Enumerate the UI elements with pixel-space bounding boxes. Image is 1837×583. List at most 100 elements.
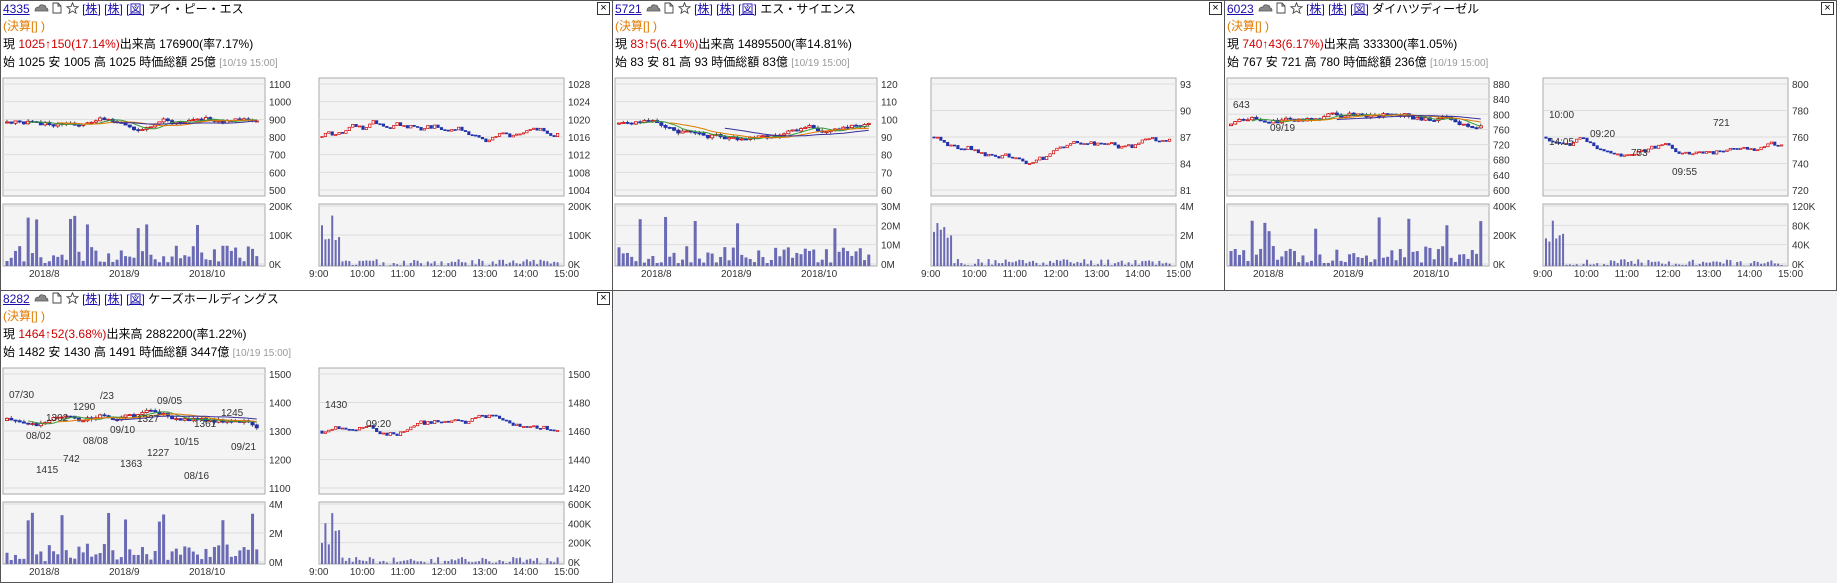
- daily-volume-bar: [1449, 257, 1453, 266]
- intraday-volume-bar: [936, 223, 939, 266]
- stock-link-1[interactable]: [株]: [82, 2, 101, 16]
- chart-area: 1100 1000 900 800 700 600 500 200K 100K 0K 1028 102…: [2, 77, 592, 280]
- intraday-volume-bar: [392, 557, 395, 564]
- intraday-candle: [538, 127, 543, 131]
- daily-volume-bar: [90, 247, 94, 266]
- cloud-icon[interactable]: [645, 3, 661, 18]
- daily-volume-bar: [124, 256, 128, 266]
- daily-candle: [727, 137, 732, 140]
- star-icon[interactable]: [677, 1, 691, 18]
- daily-volume-bar: [727, 260, 731, 266]
- chart-link[interactable]: [図]: [126, 292, 145, 306]
- intraday-candle: [973, 149, 977, 152]
- stock-link-2[interactable]: [株]: [104, 292, 123, 306]
- chart-link[interactable]: [図]: [738, 2, 757, 16]
- intraday-volume-bar: [542, 260, 545, 266]
- daily-volume-bar: [1284, 250, 1288, 266]
- intraday-candle: [1154, 137, 1158, 142]
- intraday-volume-bar: [539, 563, 542, 564]
- company-name: ダイハツディーゼル: [1372, 2, 1480, 17]
- intraday-candle: [1599, 148, 1603, 151]
- intraday-volume-bar: [1589, 264, 1592, 266]
- price-change: ↑5(6.41%): [643, 37, 699, 51]
- intraday-volume-bar: [409, 558, 412, 564]
- daily-volume-bar: [98, 553, 102, 564]
- cloud-icon[interactable]: [33, 293, 49, 308]
- daily-candle: [89, 121, 94, 124]
- daily-price-tick-label: 600: [269, 168, 286, 179]
- close-button[interactable]: ×: [1209, 2, 1222, 15]
- intraday-volume-tick-label: 2M: [1180, 231, 1194, 242]
- cloud-icon[interactable]: [1257, 3, 1273, 18]
- stock-code-link[interactable]: 5721: [615, 2, 642, 16]
- close-button[interactable]: ×: [1821, 2, 1834, 15]
- daily-volume-bar: [1246, 261, 1250, 266]
- intraday-volume-bar: [341, 557, 344, 564]
- daily-volume-bar: [242, 547, 246, 564]
- intraday-volume-bar: [488, 264, 491, 266]
- intraday-volume-bar: [1066, 259, 1069, 266]
- intraday-price-tick-label: 1020: [568, 115, 591, 126]
- cloud-icon[interactable]: [33, 3, 49, 18]
- intraday-volume-bar: [443, 265, 446, 266]
- stock-code-link[interactable]: 4335: [3, 2, 30, 16]
- close-button[interactable]: ×: [597, 292, 610, 305]
- daily-volume-bar: [145, 554, 149, 564]
- intraday-volume-bar: [1777, 263, 1780, 266]
- daily-annotation: 1363: [120, 459, 143, 470]
- intraday-candle: [525, 130, 529, 134]
- stock-link-1[interactable]: [株]: [1306, 2, 1325, 16]
- daily-price-tick-label: 1400: [269, 399, 292, 410]
- intraday-candle: [446, 420, 450, 423]
- document-icon[interactable]: [664, 2, 674, 18]
- daily-annotation: /23: [100, 391, 114, 402]
- close-button[interactable]: ×: [597, 2, 610, 15]
- star-icon[interactable]: [65, 291, 79, 308]
- stock-panel-6023: 6023 [株] [株] [図] ダイハツディーゼル × (決算[] ) 現 7…: [1224, 0, 1837, 291]
- intraday-candle: [1677, 151, 1681, 154]
- star-icon[interactable]: [1289, 1, 1303, 18]
- daily-volume-bar: [833, 228, 837, 266]
- stock-code-link[interactable]: 6023: [1227, 2, 1254, 16]
- stock-link-2[interactable]: [株]: [1328, 2, 1347, 16]
- intraday-volume-tick-label: 80K: [1792, 221, 1810, 232]
- now-label: 現: [1227, 37, 1240, 51]
- daily-volume-bar: [255, 549, 259, 564]
- daily-volume-bar: [136, 228, 140, 266]
- daily-price-tick-label: 800: [269, 133, 286, 144]
- intraday-volume-bar: [1141, 261, 1144, 266]
- star-icon[interactable]: [65, 1, 79, 18]
- intraday-volume-bar: [1069, 262, 1072, 266]
- intraday-candle: [388, 432, 392, 436]
- chart-area: 880 840 800 760 720 680 640 600 400K 200K 0K 800 780…: [1226, 77, 1816, 280]
- daily-volume-bar: [255, 256, 259, 266]
- daily-candle: [93, 120, 98, 123]
- panel-header: 4335 [株] [株] [図] アイ・ピー・エス: [3, 1, 244, 18]
- daily-volume-bar: [174, 245, 178, 266]
- intraday-volume-bar: [433, 261, 436, 266]
- intraday-volume-bar: [334, 240, 337, 266]
- stock-link-1[interactable]: [株]: [694, 2, 713, 16]
- intraday-volume-bar: [440, 261, 443, 266]
- chart-link[interactable]: [図]: [1350, 2, 1369, 16]
- intraday-candle: [1062, 146, 1066, 149]
- daily-candle: [1288, 117, 1293, 120]
- low-value: 721: [1281, 55, 1302, 69]
- intraday-volume-bar: [471, 260, 474, 266]
- intraday-candle: [997, 156, 1001, 159]
- stock-link-2[interactable]: [株]: [104, 2, 123, 16]
- stock-link-2[interactable]: [株]: [716, 2, 735, 16]
- stock-code-link[interactable]: 8282: [3, 292, 30, 306]
- daily-candle: [642, 120, 647, 123]
- chart-link[interactable]: [図]: [126, 2, 145, 16]
- stock-link-1[interactable]: [株]: [82, 292, 101, 306]
- document-icon[interactable]: [1276, 2, 1286, 18]
- intraday-candle: [433, 124, 437, 129]
- document-icon[interactable]: [52, 2, 62, 18]
- intraday-volume-bar: [1698, 263, 1701, 266]
- document-icon[interactable]: [52, 292, 62, 308]
- intraday-volume-bar: [460, 262, 463, 266]
- daily-volume-bar: [13, 250, 17, 266]
- mcap-value: 3447億: [190, 345, 230, 359]
- daily-candle: [102, 117, 107, 121]
